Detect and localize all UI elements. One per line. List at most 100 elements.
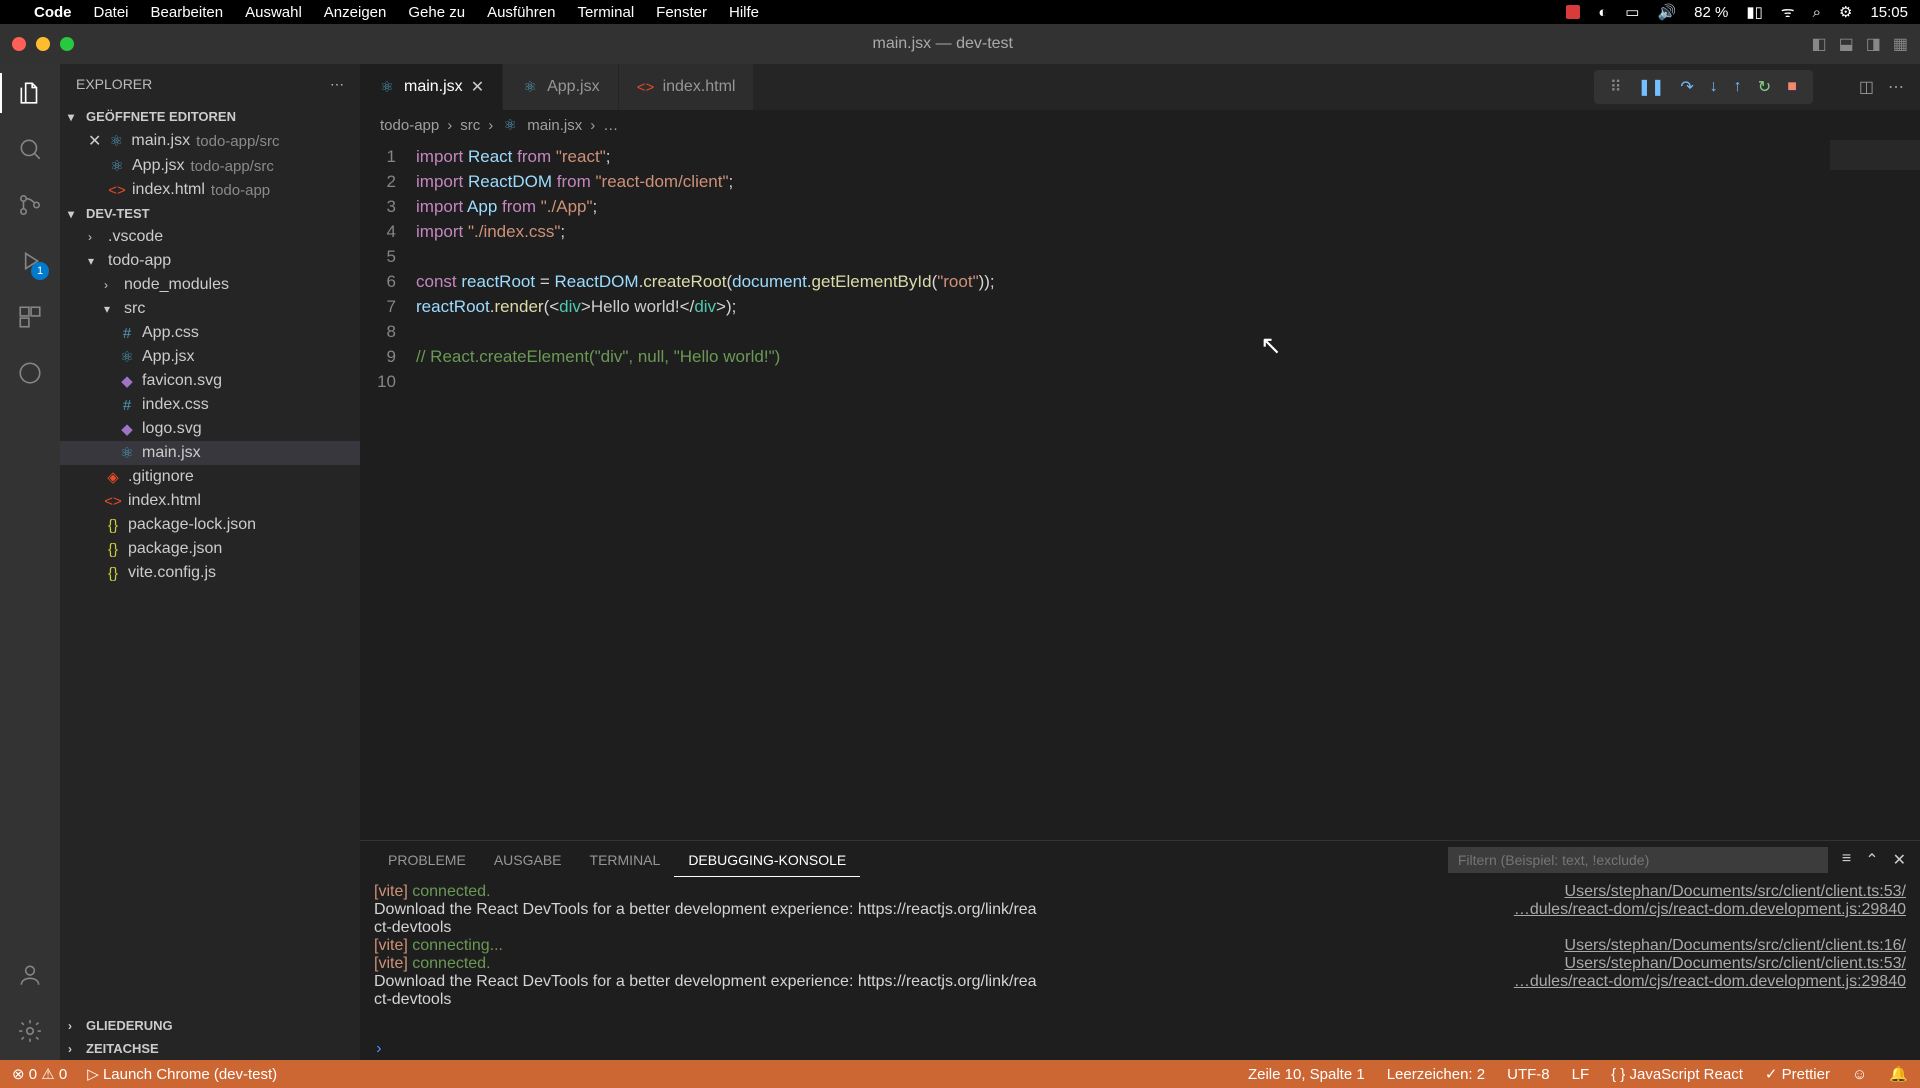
breadcrumbs[interactable]: todo-app › src › ⚛main.jsx › … xyxy=(360,110,1920,140)
split-editor-icon[interactable]: ◫ xyxy=(1859,77,1874,97)
file-item[interactable]: #App.css xyxy=(60,321,360,345)
customize-layout-icon[interactable]: ▦ xyxy=(1893,34,1908,54)
status-prettier[interactable]: ✓ Prettier xyxy=(1765,1065,1830,1083)
wifi-icon[interactable]: ᯤ xyxy=(1781,2,1795,22)
display-icon[interactable]: ▭ xyxy=(1625,3,1639,21)
toggle-secondary-sidebar-icon[interactable]: ◨ xyxy=(1866,34,1881,54)
folder-node-modules[interactable]: ›node_modules xyxy=(60,273,360,297)
app-name[interactable]: Code xyxy=(34,4,72,21)
html-file-icon: <> xyxy=(108,182,126,199)
tab-app-jsx[interactable]: ⚛App.jsx xyxy=(503,64,618,110)
svg-file-icon: ◆ xyxy=(118,372,136,390)
console-filter-input[interactable] xyxy=(1448,847,1828,873)
macos-menubar: Code Datei Bearbeiten Auswahl Anzeigen G… xyxy=(0,0,1920,24)
code-content[interactable]: import React from "react"; import ReactD… xyxy=(416,144,1920,840)
jsx-file-icon: ⚛ xyxy=(521,78,539,96)
maximize-panel-icon[interactable]: ⌃ xyxy=(1865,850,1878,870)
filter-settings-icon[interactable]: ≡ xyxy=(1842,850,1851,870)
status-bell-icon[interactable]: 🔔 xyxy=(1889,1065,1908,1083)
step-out-icon[interactable]: ↑ xyxy=(1734,78,1742,96)
menu-auswahl[interactable]: Auswahl xyxy=(245,4,302,21)
window-title: main.jsx — dev-test xyxy=(74,35,1812,53)
settings-icon[interactable] xyxy=(15,1016,45,1046)
folder-vscode[interactable]: ›.vscode xyxy=(60,225,360,249)
html-file-icon: <> xyxy=(637,79,655,96)
close-panel-icon[interactable]: ✕ xyxy=(1893,850,1906,870)
accounts-icon[interactable] xyxy=(15,960,45,990)
panel-tab-terminal[interactable]: TERMINAL xyxy=(576,844,675,876)
open-editor-item[interactable]: ⚛App.jsxtodo-app/src xyxy=(60,154,360,178)
panel-tab-ausgabe[interactable]: AUSGABE xyxy=(480,844,576,876)
drag-handle-icon[interactable]: ⠿ xyxy=(1610,77,1622,97)
file-item[interactable]: {}package.json xyxy=(60,537,360,561)
bottom-panel: PROBLEME AUSGABE TERMINAL DEBUGGING-KONS… xyxy=(360,840,1920,1060)
tab-index-html[interactable]: <>index.html xyxy=(619,64,755,110)
toggle-primary-sidebar-icon[interactable]: ◧ xyxy=(1812,34,1827,54)
control-center-icon[interactable]: ⚙ xyxy=(1839,3,1852,21)
screen-record-icon[interactable] xyxy=(1566,5,1580,19)
explorer-icon[interactable] xyxy=(15,78,45,108)
step-over-icon[interactable]: ↷ xyxy=(1680,77,1693,97)
status-bar: ⊗ 0 ⚠ 0 ▷ Launch Chrome (dev-test) Zeile… xyxy=(0,1060,1920,1088)
status-errors[interactable]: ⊗ 0 ⚠ 0 xyxy=(12,1065,67,1083)
open-editors-section[interactable]: ▾GEÖFFNETE EDITOREN xyxy=(60,105,360,128)
menu-terminal[interactable]: Terminal xyxy=(577,4,634,21)
folder-src[interactable]: ▾src xyxy=(60,297,360,321)
project-section[interactable]: ▾DEV-TEST xyxy=(60,202,360,225)
spotlight-icon[interactable]: ⌕ xyxy=(1813,4,1821,21)
source-control-icon[interactable] xyxy=(15,190,45,220)
outline-section[interactable]: ›GLIEDERUNG xyxy=(60,1014,360,1037)
file-item[interactable]: {}vite.config.js xyxy=(60,561,360,585)
open-editor-item[interactable]: <>index.htmltodo-app xyxy=(60,178,360,202)
restart-icon[interactable]: ↻ xyxy=(1758,77,1771,97)
file-item[interactable]: <>index.html xyxy=(60,489,360,513)
timeline-section[interactable]: ›ZEITACHSE xyxy=(60,1037,360,1060)
maximize-window-button[interactable] xyxy=(60,37,74,51)
status-launch[interactable]: ▷ Launch Chrome (dev-test) xyxy=(87,1065,277,1083)
remote-icon[interactable] xyxy=(15,358,45,388)
repl-input-caret[interactable]: › xyxy=(360,1038,1920,1060)
more-actions-icon[interactable]: ⋯ xyxy=(1888,77,1904,97)
file-item[interactable]: ⚛main.jsx xyxy=(60,441,360,465)
close-icon[interactable]: ✕ xyxy=(88,131,101,151)
stop-icon[interactable]: ■ xyxy=(1787,78,1797,96)
folder-todo-app[interactable]: ▾todo-app xyxy=(60,249,360,273)
menu-fenster[interactable]: Fenster xyxy=(656,4,707,21)
svg-file-icon: ◆ xyxy=(118,420,136,438)
clock[interactable]: 15:05 xyxy=(1870,4,1908,21)
file-item[interactable]: ◆favicon.svg xyxy=(60,369,360,393)
menu-ausfuehren[interactable]: Ausführen xyxy=(487,4,555,21)
menu-anzeigen[interactable]: Anzeigen xyxy=(324,4,387,21)
minimap[interactable] xyxy=(1830,140,1920,170)
debug-console-output[interactable]: [vite] connected.Users/stephan/Documents… xyxy=(360,879,1920,1038)
tab-main-jsx[interactable]: ⚛main.jsx✕ xyxy=(360,64,503,110)
minimize-window-button[interactable] xyxy=(36,37,50,51)
sound-icon[interactable]: 🔊 xyxy=(1657,3,1676,21)
battery-icon[interactable]: ▮▯ xyxy=(1746,3,1763,21)
close-tab-icon[interactable]: ✕ xyxy=(471,77,484,97)
search-icon[interactable] xyxy=(15,134,45,164)
explorer-more-icon[interactable]: ⋯ xyxy=(330,76,344,93)
code-editor[interactable]: 12345678910 import React from "react"; i… xyxy=(360,140,1920,840)
file-item[interactable]: ◈.gitignore xyxy=(60,465,360,489)
pause-icon[interactable]: ❚❚ xyxy=(1638,77,1665,97)
toggle-panel-icon[interactable]: ⬓ xyxy=(1839,34,1854,54)
panel-tab-probleme[interactable]: PROBLEME xyxy=(374,844,480,876)
menu-gehezu[interactable]: Gehe zu xyxy=(408,4,465,21)
menu-hilfe[interactable]: Hilfe xyxy=(729,4,759,21)
menu-datei[interactable]: Datei xyxy=(94,4,129,21)
open-editor-item[interactable]: ✕⚛main.jsxtodo-app/src xyxy=(60,128,360,154)
run-debug-icon[interactable]: 1 xyxy=(15,246,45,276)
file-item[interactable]: ⚛App.jsx xyxy=(60,345,360,369)
file-item[interactable]: #index.css xyxy=(60,393,360,417)
file-item[interactable]: {}package-lock.json xyxy=(60,513,360,537)
window-controls xyxy=(12,37,74,51)
file-item[interactable]: ◆logo.svg xyxy=(60,417,360,441)
menu-bearbeiten[interactable]: Bearbeiten xyxy=(151,4,224,21)
explorer-title: EXPLORER xyxy=(76,76,152,93)
close-window-button[interactable] xyxy=(12,37,26,51)
extensions-icon[interactable] xyxy=(15,302,45,332)
step-into-icon[interactable]: ↓ xyxy=(1710,78,1718,96)
menubar-extra-icon[interactable]: ◐ xyxy=(1598,4,1607,21)
panel-tab-debug-console[interactable]: DEBUGGING-KONSOLE xyxy=(674,844,860,877)
